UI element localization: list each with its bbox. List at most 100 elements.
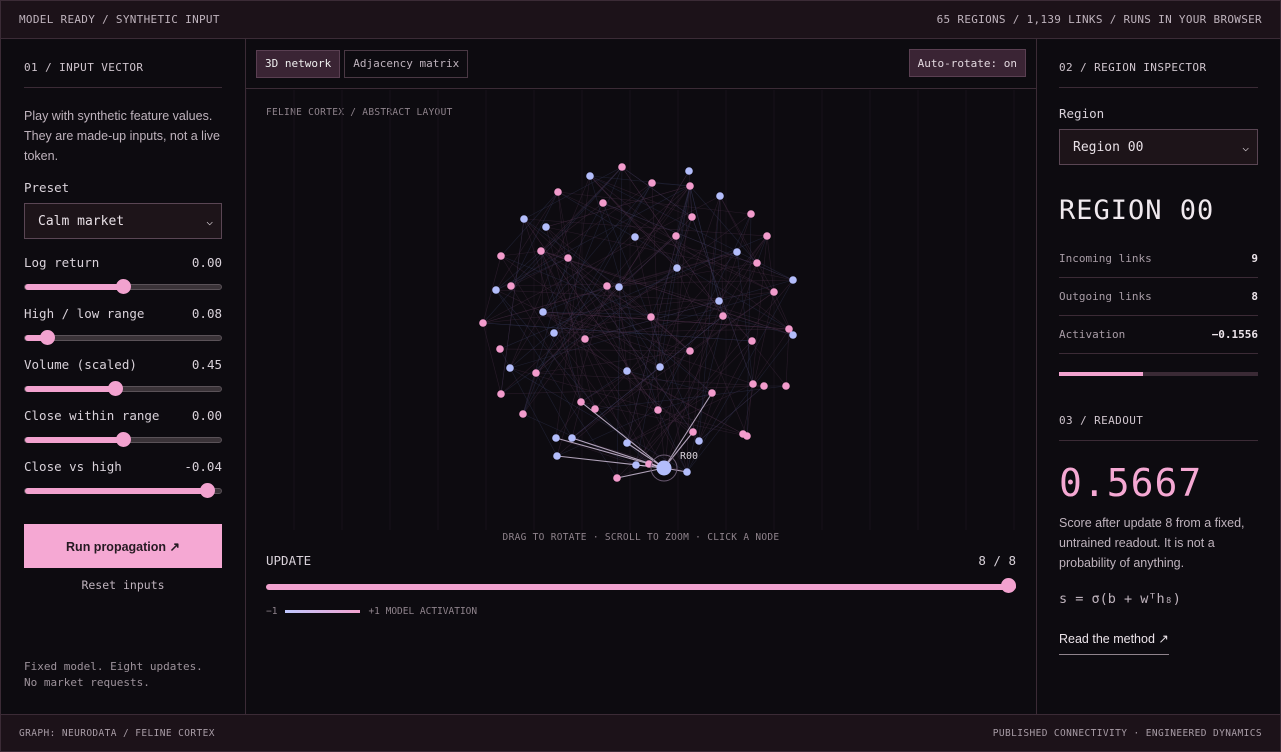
region-node[interactable] xyxy=(695,437,703,445)
slider-thumb[interactable] xyxy=(108,381,124,396)
legend-min: −1 xyxy=(266,606,278,617)
region-node[interactable] xyxy=(581,335,589,343)
region-node[interactable] xyxy=(753,259,761,267)
read-method-link[interactable]: Read the method ↗ xyxy=(1059,631,1169,655)
feature-slider-row: High / low range 0.08 xyxy=(24,306,222,345)
preset-select[interactable]: Calm market ⌵ xyxy=(24,203,222,239)
graph-link xyxy=(742,291,775,435)
region-node[interactable] xyxy=(631,233,639,241)
region-node[interactable] xyxy=(749,380,757,388)
region-node[interactable] xyxy=(577,398,585,406)
slider-thumb[interactable] xyxy=(116,432,131,447)
region-node[interactable] xyxy=(686,347,694,355)
graph-link xyxy=(482,166,623,324)
region-node[interactable] xyxy=(623,439,631,447)
region-node[interactable] xyxy=(648,179,656,187)
region-node[interactable] xyxy=(506,364,514,372)
region-node[interactable] xyxy=(618,163,626,171)
slider-label: Close within range xyxy=(24,408,160,423)
region-node[interactable] xyxy=(552,434,560,442)
region-node[interactable] xyxy=(760,382,768,390)
region-node[interactable] xyxy=(492,286,500,294)
region-node[interactable] xyxy=(623,367,631,375)
region-node[interactable] xyxy=(591,405,599,413)
slider-track[interactable] xyxy=(24,381,222,396)
run-propagation-button[interactable]: Run propagation ↗ xyxy=(24,524,222,568)
region-node[interactable] xyxy=(743,432,751,440)
region-node[interactable] xyxy=(507,282,515,290)
auto-rotate-toggle[interactable]: Auto-rotate: on xyxy=(908,49,1026,77)
slider-thumb[interactable] xyxy=(116,279,131,294)
region-node[interactable] xyxy=(554,188,562,196)
region-node[interactable] xyxy=(647,313,655,321)
region-node[interactable] xyxy=(550,329,558,337)
region-node[interactable] xyxy=(673,264,681,272)
selected-region-node[interactable] xyxy=(656,460,672,476)
region-node[interactable] xyxy=(789,331,797,339)
region-node[interactable] xyxy=(519,410,527,418)
region-node[interactable] xyxy=(748,337,756,345)
selected-node-label: R00 xyxy=(680,451,698,462)
slider-thumb[interactable] xyxy=(200,483,216,498)
region-node[interactable] xyxy=(782,382,790,390)
region-node[interactable] xyxy=(537,247,545,255)
region-node[interactable] xyxy=(586,172,594,180)
reset-inputs-link[interactable]: Reset inputs xyxy=(24,578,222,592)
region-node[interactable] xyxy=(496,345,504,353)
region-node[interactable] xyxy=(763,232,771,240)
region-node[interactable] xyxy=(685,167,693,175)
network-graph-canvas[interactable]: R00 xyxy=(246,90,1036,530)
region-node[interactable] xyxy=(686,182,694,190)
slider-track[interactable] xyxy=(24,483,222,498)
graph-link xyxy=(545,185,691,228)
graph-hint: DRAG TO ROTATE · SCROLL TO ZOOM · CLICK … xyxy=(502,532,780,543)
region-node[interactable] xyxy=(672,232,680,240)
slider-track[interactable] xyxy=(24,330,222,345)
graph-link xyxy=(621,166,693,218)
region-node[interactable] xyxy=(613,474,621,482)
region-node[interactable] xyxy=(542,223,550,231)
top-status-bar: MODEL READY / SYNTHETIC INPUT 65 REGIONS… xyxy=(0,0,1281,39)
update-slider-track[interactable] xyxy=(266,584,1016,590)
region-node[interactable] xyxy=(715,297,723,305)
region-node[interactable] xyxy=(656,363,664,371)
slider-label: High / low range xyxy=(24,306,145,321)
slider-value: 0.00 xyxy=(191,408,222,423)
region-node[interactable] xyxy=(497,252,505,260)
slider-track[interactable] xyxy=(24,279,222,294)
region-node[interactable] xyxy=(568,434,576,442)
region-node[interactable] xyxy=(654,406,662,414)
tab-3d-network[interactable]: 3D network xyxy=(256,49,341,78)
slider-thumb[interactable] xyxy=(39,330,55,345)
region-heading: REGION 00 xyxy=(1059,195,1215,226)
region-node[interactable] xyxy=(632,461,640,469)
feature-slider-row: Close vs high -0.04 xyxy=(24,459,222,498)
region-node[interactable] xyxy=(564,254,572,262)
region-node[interactable] xyxy=(708,389,716,397)
region-node[interactable] xyxy=(747,210,755,218)
region-node[interactable] xyxy=(733,248,741,256)
graph-link xyxy=(602,202,794,281)
region-node[interactable] xyxy=(719,312,727,320)
inspector-stat-row: Incoming links 9 xyxy=(1059,240,1258,278)
region-node[interactable] xyxy=(689,428,697,436)
region-node[interactable] xyxy=(716,192,724,200)
region-node[interactable] xyxy=(479,319,487,327)
region-node[interactable] xyxy=(683,468,691,476)
region-node[interactable] xyxy=(599,199,607,207)
tab-adjacency-matrix[interactable]: Adjacency matrix xyxy=(344,49,469,78)
region-node[interactable] xyxy=(520,215,528,223)
region-node[interactable] xyxy=(532,369,540,377)
update-slider-thumb[interactable] xyxy=(1001,578,1016,593)
region-node[interactable] xyxy=(603,282,611,290)
region-node[interactable] xyxy=(539,308,547,316)
region-node[interactable] xyxy=(770,288,778,296)
region-node[interactable] xyxy=(688,213,696,221)
region-node[interactable] xyxy=(615,283,623,291)
activation-legend: −1 +1 MODEL ACTIVATION xyxy=(266,606,477,617)
slider-track[interactable] xyxy=(24,432,222,447)
region-node[interactable] xyxy=(553,452,561,460)
region-node[interactable] xyxy=(497,390,505,398)
region-select[interactable]: Region 00 ⌵ xyxy=(1059,129,1258,165)
region-node[interactable] xyxy=(789,276,797,284)
